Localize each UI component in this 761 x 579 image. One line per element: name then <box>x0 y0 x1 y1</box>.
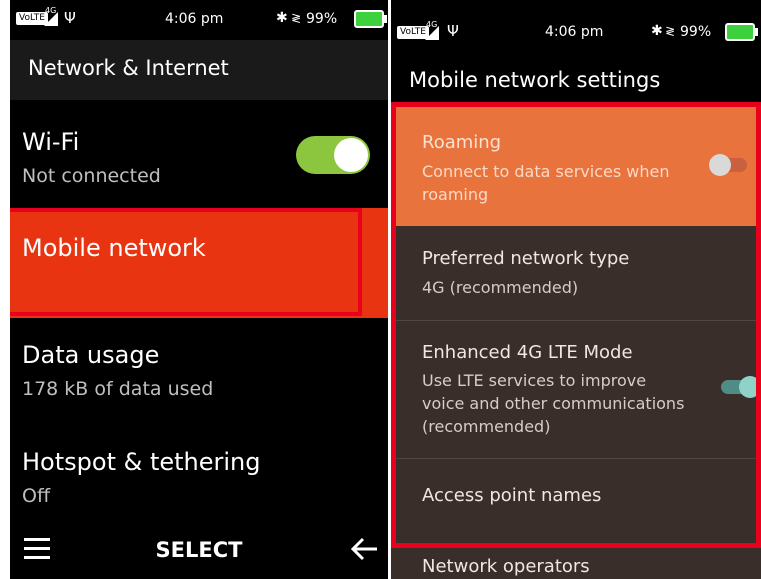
bluetooth-icon: ✱ <box>276 10 288 26</box>
battery-tip <box>755 28 758 36</box>
signal-icon <box>44 12 58 26</box>
battery-charging-icon <box>354 10 384 28</box>
signal-icon <box>425 26 439 40</box>
wifi-toggle[interactable] <box>296 136 370 174</box>
right-phone-screen: VoLTE 4G Ψ 4:06 pm ✱ ≷ 99% Mobile networ… <box>391 0 761 579</box>
battery-percent: 99% <box>680 24 712 40</box>
data-usage-label: Data usage <box>22 341 160 369</box>
bluetooth-icon: ✱ <box>651 23 663 39</box>
battery-tip <box>384 15 387 23</box>
clock: 4:06 pm <box>165 11 224 27</box>
selection-outline <box>10 208 362 316</box>
left-phone-screen: VoLTE 4G Ψ 4:06 pm ✱ ≷ 99% Network & Int… <box>10 0 388 579</box>
app-bar: Mobile network settings <box>391 56 761 102</box>
mobile-network-label: Mobile network <box>22 234 206 262</box>
vibrate-icon: ≷ <box>291 11 302 25</box>
battery-percent: 99% <box>306 11 338 27</box>
vibrate-icon: ≷ <box>665 24 676 38</box>
clock: 4:06 pm <box>545 24 604 40</box>
select-softkey[interactable]: SELECT <box>10 538 388 562</box>
page-title: Network & Internet <box>28 56 229 80</box>
app-bar: Network & Internet <box>10 40 388 100</box>
data-usage-value: 178 kB of data used <box>22 378 214 400</box>
selection-outline <box>391 102 761 548</box>
status-bar: VoLTE 4G Ψ 4:06 pm ✱ ≷ 99% <box>10 0 388 40</box>
back-arrow-icon[interactable] <box>350 536 378 562</box>
page-title: Mobile network settings <box>409 68 661 92</box>
usb-icon: Ψ <box>64 9 76 27</box>
softkey-bar: SELECT <box>10 520 388 579</box>
status-bar: VoLTE 4G Ψ 4:06 pm ✱ ≷ 99% <box>391 0 761 56</box>
network-operators-label: Network operators <box>422 556 590 577</box>
battery-charging-icon <box>725 23 755 41</box>
hotspot-status: Off <box>22 485 51 507</box>
hotspot-label: Hotspot & tethering <box>22 448 261 476</box>
usb-icon: Ψ <box>447 22 459 40</box>
wifi-status: Not connected <box>22 165 161 187</box>
wifi-label: Wi-Fi <box>22 128 80 156</box>
toggle-knob <box>334 138 368 172</box>
